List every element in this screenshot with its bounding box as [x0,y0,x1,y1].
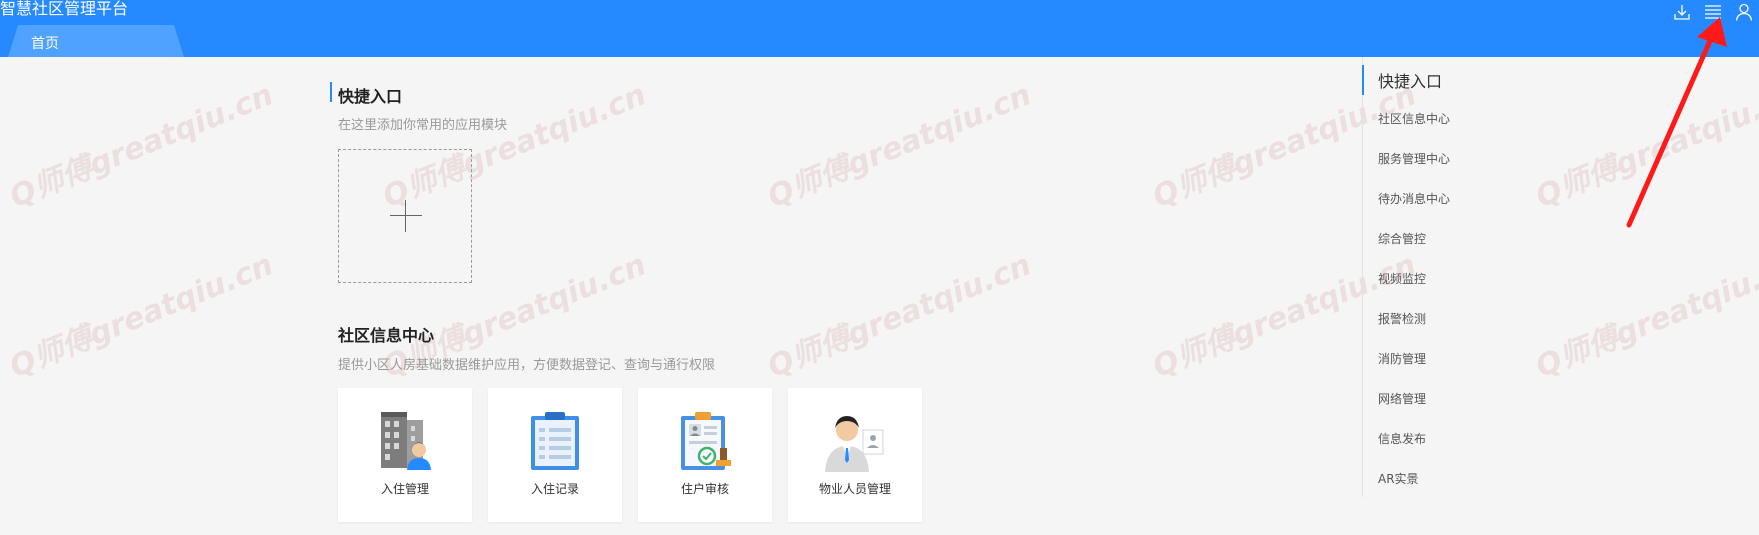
watermark: Q师傅greatqiu.cn [1530,77,1759,215]
card-label: 住户审核 [680,482,729,496]
building-resident-icon [381,412,431,470]
download-icon[interactable] [1672,2,1692,22]
user-icon[interactable] [1734,2,1754,22]
sidebar-item-integrated-control[interactable]: 综合管控 [1378,230,1426,247]
sidebar-item-todo-center[interactable]: 待办消息中心 [1378,190,1450,207]
card-resident-audit[interactable]: 住户审核 [638,388,772,522]
watermark: Q师傅greatqiu.cn [4,247,279,385]
sidebar-title: 快捷入口 [1378,72,1443,91]
card-checkin-records[interactable]: 入住记录 [488,388,622,522]
watermark: Q师傅greatqiu.cn [4,77,279,215]
menu-icon[interactable] [1703,2,1723,22]
audit-stamp-icon [681,412,731,470]
quick-entry-desc: 在这里添加你常用的应用模块 [338,118,508,133]
sidebar-item-service-center[interactable]: 服务管理中心 [1378,150,1450,167]
watermark: Q师傅greatqiu.cn [1530,247,1759,385]
section-marker [330,82,332,102]
sidebar-marker [1362,65,1364,95]
card-checkin-management[interactable]: 入住管理 [338,388,472,522]
info-center-desc: 提供小区人房基础数据维护应用，方便数据登记、查询与通行权限 [338,358,716,373]
sidebar-item-alarm-detection[interactable]: 报警检测 [1378,310,1426,327]
card-label: 入住管理 [380,482,429,496]
sidebar-divider [1362,57,1363,497]
sidebar-item-info-center[interactable]: 社区信息中心 [1378,110,1450,127]
app-title: 智慧社区管理平台 [0,0,129,18]
watermark: Q师傅greatqiu.cn [762,247,1037,385]
plus-icon [390,215,422,216]
sidebar-item-ar-view[interactable]: AR实景 [1378,470,1419,487]
tab-home-label: 首页 [31,36,59,52]
quick-entry-title: 快捷入口 [338,87,403,106]
watermark: Q师傅greatqiu.cn [762,77,1037,215]
add-module-button[interactable] [338,149,472,283]
info-center-title: 社区信息中心 [338,326,435,345]
card-label: 物业人员管理 [818,482,891,496]
staff-icon [825,416,884,472]
sidebar-item-fire-management[interactable]: 消防管理 [1378,350,1426,367]
card-property-staff[interactable]: 物业人员管理 [788,388,922,522]
clipboard-icon [531,412,579,470]
sidebar-item-network-management[interactable]: 网络管理 [1378,390,1426,407]
top-header: 智慧社区管理平台 首页 [0,0,1759,57]
card-label: 入住记录 [530,482,579,496]
sidebar-item-info-publish[interactable]: 信息发布 [1378,430,1426,447]
sidebar-item-video-surveillance[interactable]: 视频监控 [1378,270,1426,287]
tab-home[interactable]: 首页 [8,25,184,57]
